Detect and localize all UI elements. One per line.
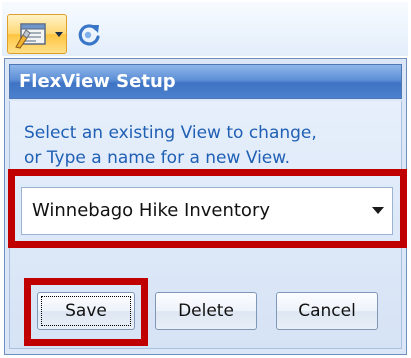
save-button-label: Save [65, 301, 107, 321]
chevron-down-icon[interactable] [372, 207, 384, 214]
toolbar [2, 2, 408, 56]
chevron-down-icon [55, 32, 63, 37]
form-settings-icon [15, 23, 46, 49]
instructions-line-1: Select an existing View to change, [24, 123, 317, 143]
view-name-value: Winnebago Hike Inventory [32, 200, 270, 221]
dialog-header: FlexView Setup [9, 64, 402, 99]
cancel-button[interactable]: Cancel [276, 292, 378, 330]
delete-button[interactable]: Delete [155, 292, 257, 330]
flexview-menu-button[interactable] [7, 14, 67, 54]
instructions-text: Select an existing View to change, or Ty… [24, 121, 394, 167]
dialog-title: FlexView Setup [19, 71, 176, 92]
instructions-line-2: or Type a name for a new View. [24, 148, 291, 167]
view-name-combobox[interactable]: Winnebago Hike Inventory [21, 187, 393, 235]
refresh-icon[interactable] [74, 20, 104, 50]
save-button[interactable]: Save [37, 292, 135, 330]
